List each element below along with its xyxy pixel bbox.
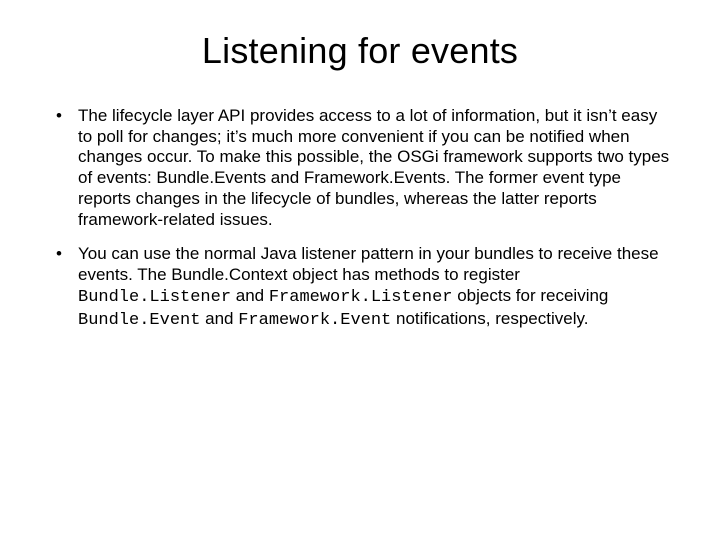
slide: Listening for events The lifecycle layer…	[0, 0, 720, 540]
list-item: The lifecycle layer API provides access …	[50, 106, 670, 230]
bullet-text-mid: and	[200, 309, 238, 328]
bullet-text-suffix: notifications, respectively.	[391, 309, 588, 328]
bullet-text-mid: and	[231, 286, 269, 305]
bullet-text: The lifecycle layer API provides access …	[78, 106, 669, 229]
slide-title: Listening for events	[40, 30, 680, 72]
bullet-text-mid: objects for receiving	[452, 286, 608, 305]
code-framework-event: Framework.Event	[238, 311, 391, 330]
bullet-list: The lifecycle layer API provides access …	[40, 106, 680, 331]
bullet-text-prefix: You can use the normal Java listener pat…	[78, 244, 659, 284]
code-bundle-listener: Bundle.Listener	[78, 288, 231, 307]
list-item: You can use the normal Java listener pat…	[50, 244, 670, 331]
code-bundle-event: Bundle.Event	[78, 311, 200, 330]
code-framework-listener: Framework.Listener	[269, 288, 453, 307]
